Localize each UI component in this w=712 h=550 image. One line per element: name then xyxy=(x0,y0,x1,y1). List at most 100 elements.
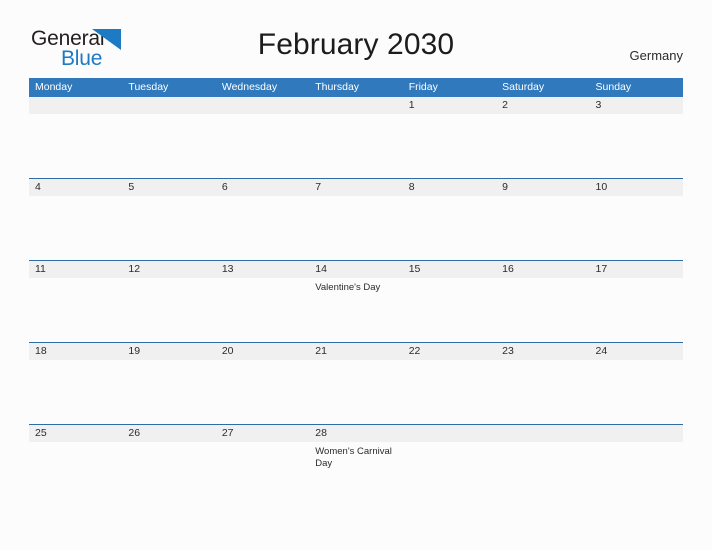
calendar-day-cell[interactable]: 23 xyxy=(496,342,590,425)
calendar-day-cell[interactable]: 27 xyxy=(215,424,310,506)
calendar-day-cell[interactable]: 17 xyxy=(589,260,683,343)
day-event xyxy=(496,196,589,200)
day-event xyxy=(590,442,683,446)
day-event xyxy=(590,114,683,118)
calendar-day-cell[interactable]: 14 Valentine's Day xyxy=(309,260,403,343)
day-number: 9 xyxy=(496,179,590,196)
calendar-day-cell[interactable]: 8 xyxy=(402,178,497,261)
day-event xyxy=(590,278,683,282)
calendar-day-cell[interactable]: 2 xyxy=(496,97,590,179)
day-number: 14 xyxy=(309,261,403,278)
calendar-day-cell[interactable]: 5 xyxy=(122,178,216,261)
day-event xyxy=(403,278,496,282)
day-number xyxy=(215,97,310,114)
day-number: 26 xyxy=(122,425,216,442)
day-number: 10 xyxy=(589,179,683,196)
day-event: Women's Carnival Day xyxy=(315,446,392,469)
calendar-header-row: Monday Tuesday Wednesday Thursday Friday… xyxy=(29,78,683,97)
calendar-day-cell[interactable]: 11 xyxy=(29,260,123,343)
day-number: 13 xyxy=(215,261,310,278)
page-header: General Blue February 2030 Germany xyxy=(0,0,712,74)
day-event xyxy=(309,196,402,200)
day-event xyxy=(216,442,309,446)
day-number xyxy=(122,97,216,114)
day-number: 25 xyxy=(29,425,123,442)
calendar-week-row: 18 19 20 21 22 23 24 xyxy=(29,342,683,425)
calendar-day-cell[interactable]: 18 xyxy=(29,342,123,425)
day-number: 2 xyxy=(496,97,590,114)
calendar-day-cell[interactable]: 13 xyxy=(215,260,310,343)
day-number: 17 xyxy=(589,261,683,278)
day-number: 19 xyxy=(122,343,216,360)
day-number: 7 xyxy=(309,179,403,196)
calendar-day-cell[interactable]: 6 xyxy=(215,178,310,261)
calendar-day-cell[interactable]: 28 Women's Carnival Day xyxy=(309,424,403,506)
calendar-week-row: 25 26 27 28 Women's Carnival Day xyxy=(29,424,683,506)
day-number: 28 xyxy=(309,425,403,442)
day-number: 15 xyxy=(402,261,497,278)
day-number: 1 xyxy=(402,97,497,114)
day-event xyxy=(122,196,215,200)
calendar-day-cell[interactable] xyxy=(589,424,683,506)
calendar-day-cell[interactable] xyxy=(29,97,123,179)
weekday-header-tuesday: Tuesday xyxy=(122,78,216,97)
day-event: Valentine's Day xyxy=(315,282,381,293)
day-event xyxy=(216,114,309,118)
calendar-day-cell[interactable]: 10 xyxy=(589,178,683,261)
region-label: Germany xyxy=(629,48,683,63)
day-event xyxy=(216,278,309,282)
calendar-week-row: 1 2 3 xyxy=(29,97,683,179)
day-number xyxy=(589,425,683,442)
weekday-header-friday: Friday xyxy=(402,78,497,97)
calendar-day-cell[interactable]: 3 xyxy=(589,97,683,179)
weekday-header-wednesday: Wednesday xyxy=(215,78,310,97)
calendar-day-cell[interactable]: 7 xyxy=(309,178,403,261)
calendar-day-cell[interactable]: 19 xyxy=(122,342,216,425)
calendar-day-cell[interactable]: 26 xyxy=(122,424,216,506)
calendar-day-cell[interactable]: 22 xyxy=(402,342,497,425)
calendar-day-cell[interactable]: 9 xyxy=(496,178,590,261)
calendar-day-cell[interactable]: 21 xyxy=(309,342,403,425)
calendar-day-cell[interactable] xyxy=(402,424,497,506)
calendar-day-cell[interactable] xyxy=(122,97,216,179)
day-number: 20 xyxy=(215,343,310,360)
calendar-day-cell[interactable]: 20 xyxy=(215,342,310,425)
calendar-week-row: 11 12 13 14 Valentine's Day 15 16 17 xyxy=(29,260,683,343)
day-number: 12 xyxy=(122,261,216,278)
calendar-day-cell[interactable]: 4 xyxy=(29,178,123,261)
day-number: 8 xyxy=(402,179,497,196)
calendar-day-cell[interactable] xyxy=(215,97,310,179)
calendar-day-cell[interactable]: 15 xyxy=(402,260,497,343)
brand-name-blue: Blue xyxy=(61,47,103,70)
calendar-body: 1 2 3 4 5 6 7 8 9 10 11 12 13 14 Valentin… xyxy=(29,97,683,506)
day-event xyxy=(216,360,309,364)
day-number: 4 xyxy=(29,179,123,196)
day-event xyxy=(29,360,122,364)
calendar-day-cell[interactable]: 24 xyxy=(589,342,683,425)
day-number: 5 xyxy=(122,179,216,196)
day-event xyxy=(496,114,589,118)
day-event xyxy=(590,360,683,364)
day-event xyxy=(403,360,496,364)
weekday-header-saturday: Saturday xyxy=(496,78,590,97)
calendar-day-cell[interactable]: 16 xyxy=(496,260,590,343)
weekday-header-sunday: Sunday xyxy=(589,78,683,97)
day-event xyxy=(29,196,122,200)
day-event xyxy=(590,196,683,200)
calendar-day-cell[interactable]: 25 xyxy=(29,424,123,506)
day-event xyxy=(29,114,122,118)
day-event xyxy=(496,360,589,364)
day-number: 11 xyxy=(29,261,123,278)
day-number: 22 xyxy=(402,343,497,360)
day-event xyxy=(122,114,215,118)
calendar-day-cell[interactable]: 1 xyxy=(402,97,497,179)
day-number xyxy=(402,425,497,442)
calendar-table: Monday Tuesday Wednesday Thursday Friday… xyxy=(29,78,683,506)
day-event xyxy=(29,442,122,446)
calendar-day-cell[interactable] xyxy=(496,424,590,506)
day-event xyxy=(122,442,215,446)
calendar-day-cell[interactable] xyxy=(309,97,403,179)
day-number: 23 xyxy=(496,343,590,360)
generalblue-logo[interactable]: General Blue xyxy=(31,28,151,72)
calendar-day-cell[interactable]: 12 xyxy=(122,260,216,343)
